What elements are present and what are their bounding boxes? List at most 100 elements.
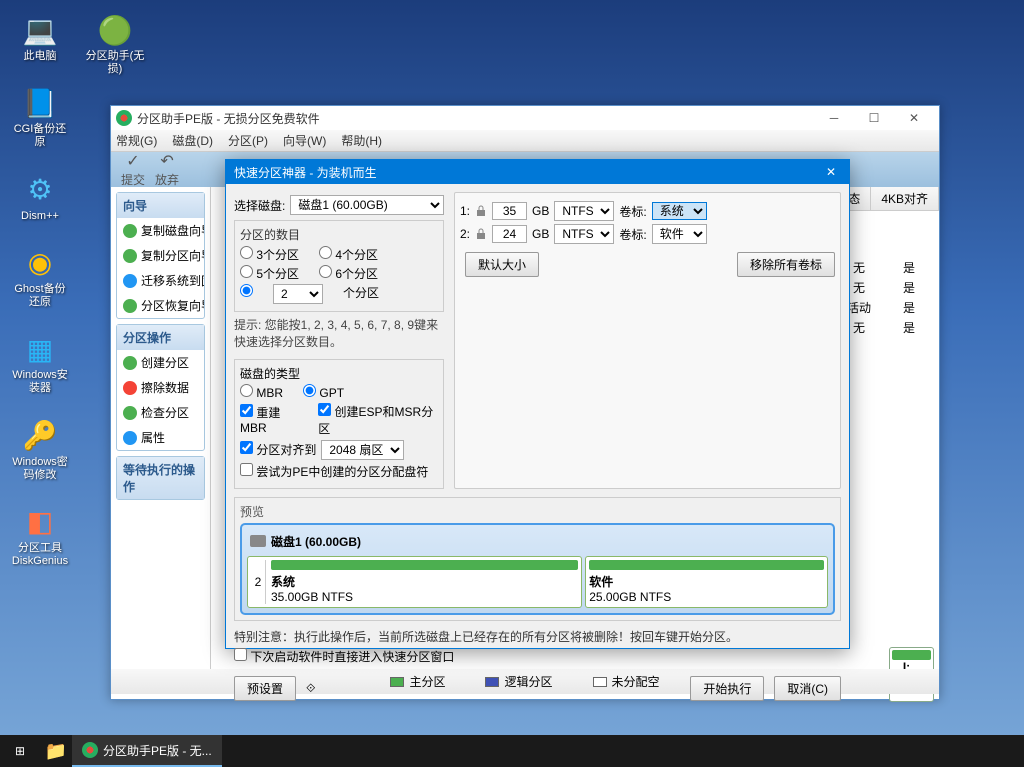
cancel-button[interactable]: 取消(C): [774, 676, 841, 701]
desktop-icon-dism[interactable]: ⚙Dism++: [10, 170, 70, 223]
pc-icon: 💻: [20, 10, 60, 50]
default-size-button[interactable]: 默认大小: [465, 252, 539, 277]
dialog-titlebar: 快速分区神器 - 为装机而生 ✕: [226, 160, 849, 184]
radio-gpt[interactable]: GPT: [303, 384, 344, 400]
undo-icon: ↶: [160, 151, 173, 171]
menu-partition[interactable]: 分区(P): [228, 132, 268, 149]
sidebar-group-ops: 分区操作: [117, 325, 204, 350]
desktop-icons-col1: 💻此电脑 📘CGI备份还原 ⚙Dism++ ◉Ghost备份还原 ▦Window…: [10, 10, 70, 568]
sidebar-item-migrate-os[interactable]: 迁移系统到固: [117, 268, 204, 293]
disk-preview: 磁盘1 (60.00GB) 2 系统 35.00GB NTFS: [240, 523, 835, 615]
taskbar: ⊞ 📁 分区助手PE版 - 无...: [0, 735, 1024, 767]
op-icon: [123, 381, 137, 395]
wizard-icon: [123, 249, 137, 263]
radio-5-partitions[interactable]: 5个分区: [240, 265, 299, 282]
ghost-icon: ◉: [20, 243, 60, 283]
radio-6-partitions[interactable]: 6个分区: [319, 265, 378, 282]
desktop-icon-partition[interactable]: 🟢分区助手(无损): [85, 10, 145, 76]
start-button[interactable]: 开始执行: [690, 676, 764, 701]
wizard-icon: [123, 224, 137, 238]
maximize-button[interactable]: ☐: [854, 106, 894, 130]
radio-custom-partitions[interactable]: [240, 284, 253, 304]
sidebar-group-pending: 等待执行的操作: [117, 457, 204, 499]
sidebar-item-create[interactable]: 创建分区: [117, 350, 204, 375]
desktop-icon-this-pc[interactable]: 💻此电脑: [10, 10, 70, 63]
align-select[interactable]: 2048 扇区: [321, 440, 404, 460]
app-icon: [82, 742, 98, 758]
segment-bar: [892, 650, 931, 660]
desktop-icons-col2: 🟢分区助手(无损): [85, 10, 145, 76]
check-align[interactable]: 分区对齐到: [240, 441, 316, 458]
sidebar-item-copy-partition[interactable]: 复制分区向导: [117, 243, 204, 268]
radio-3-partitions[interactable]: 3个分区: [240, 246, 299, 263]
close-button[interactable]: ✕: [894, 106, 934, 130]
check-rebuild-mbr[interactable]: 重建MBR: [240, 404, 303, 435]
discard-button[interactable]: ↶放弃: [155, 151, 179, 188]
gear-icon: ⚙: [20, 170, 60, 210]
disk-type-group: 磁盘的类型 MBR GPT 重建MBR 创建ESP和MSR分区 分区对齐到 20…: [234, 359, 444, 489]
preview-label: 预览: [240, 503, 835, 520]
desktop-icon-diskgenius[interactable]: ◧分区工具DiskGenius: [10, 502, 70, 568]
preview-group: 预览 磁盘1 (60.00GB) 2 系统 35.00GB NTFS: [234, 497, 841, 621]
windows-icon: ▦: [20, 329, 60, 369]
op-icon: [123, 431, 137, 445]
warning-text: 特别注意：执行此操作后，当前所选磁盘上已经存在的所有分区将被删除！按回车键开始分…: [234, 629, 841, 646]
menu-wizard[interactable]: 向导(W): [283, 132, 326, 149]
expand-icon[interactable]: ⟐: [306, 681, 315, 696]
part1-fs-select[interactable]: NTFS: [554, 201, 614, 221]
radio-mbr[interactable]: MBR: [240, 384, 283, 400]
sidebar-group-wizard: 向导: [117, 193, 204, 218]
left-sidebar: 向导 复制磁盘向导 复制分区向导 迁移系统到固 分区恢复向导 分区操作 创建分区…: [111, 187, 211, 669]
preset-button[interactable]: 预设置: [234, 676, 296, 701]
col-4kb[interactable]: 4KB对齐: [871, 187, 939, 210]
check-next-launch[interactable]: 下次启动软件时直接进入快速分区窗口: [234, 648, 454, 665]
sidebar-item-check[interactable]: 检查分区: [117, 400, 204, 425]
desktop-icon-ghost[interactable]: ◉Ghost备份还原: [10, 243, 70, 309]
key-icon: 🔑: [20, 416, 60, 456]
minimize-button[interactable]: ─: [814, 106, 854, 130]
clear-labels-button[interactable]: 移除所有卷标: [737, 252, 835, 277]
desktop-icon-cgi[interactable]: 📘CGI备份还原: [10, 83, 70, 149]
disk-name: 磁盘1 (60.00GB): [271, 533, 361, 550]
menu-general[interactable]: 常规(G): [116, 132, 157, 149]
preview-partition-2[interactable]: 软件 25.00GB NTFS: [585, 556, 828, 608]
sidebar-item-props[interactable]: 属性: [117, 425, 204, 450]
sidebar-item-recover[interactable]: 分区恢复向导: [117, 293, 204, 318]
menu-help[interactable]: 帮助(H): [341, 132, 382, 149]
part2-size-input[interactable]: [492, 225, 527, 243]
sidebar-item-copy-disk[interactable]: 复制磁盘向导: [117, 218, 204, 243]
part1-size-input[interactable]: [492, 202, 527, 220]
commit-button[interactable]: ✓提交: [121, 151, 145, 188]
partition-icon: 🟢: [95, 10, 135, 50]
preview-partition-1[interactable]: 2 系统 35.00GB NTFS: [247, 556, 582, 608]
partition-count-group: 分区的数目 3个分区 4个分区 5个分区 6个分区 2 个分区: [234, 220, 444, 312]
menu-disk[interactable]: 磁盘(D): [172, 132, 213, 149]
check-create-esp[interactable]: 创建ESP和MSR分区: [318, 403, 438, 437]
menubar: 常规(G) 磁盘(D) 分区(P) 向导(W) 帮助(H): [111, 130, 939, 152]
taskbar-app-item[interactable]: 分区助手PE版 - 无...: [72, 735, 222, 767]
desktop-icon-win-pwd[interactable]: 🔑Windows密码修改: [10, 416, 70, 482]
custom-count-select[interactable]: 2: [273, 284, 323, 304]
disk-select[interactable]: 磁盘1 (60.00GB): [290, 195, 444, 215]
sidebar-item-wipe[interactable]: 擦除数据: [117, 375, 204, 400]
hint-text: 提示: 您能按1, 2, 3, 4, 5, 6, 7, 8, 9键来快速选择分区…: [234, 317, 444, 351]
quick-partition-dialog: 快速分区神器 - 为装机而生 ✕ 选择磁盘: 磁盘1 (60.00GB) 分区的…: [225, 159, 850, 649]
disk-icon: [250, 535, 266, 547]
part1-vol-select[interactable]: 系统: [652, 202, 707, 220]
part2-vol-select[interactable]: 软件: [652, 224, 707, 244]
dialog-close-button[interactable]: ✕: [821, 165, 841, 179]
op-icon: [123, 356, 137, 370]
disk-type-label: 磁盘的类型: [240, 365, 438, 382]
radio-4-partitions[interactable]: 4个分区: [319, 246, 378, 263]
window-title: 分区助手PE版 - 无损分区免费软件: [137, 110, 814, 127]
check-icon: ✓: [126, 151, 139, 171]
check-pe-assign[interactable]: 尝试为PE中创建的分区分配盘符: [240, 463, 428, 480]
lock-icon: [475, 228, 487, 240]
start-button[interactable]: ⊞: [0, 735, 40, 767]
taskbar-explorer-icon[interactable]: 📁: [40, 735, 72, 767]
app-icon: [116, 110, 132, 126]
part2-num: 2:: [460, 227, 470, 241]
desktop-icon-win-install[interactable]: ▦Windows安装器: [10, 329, 70, 395]
wizard-icon: [123, 274, 137, 288]
part2-fs-select[interactable]: NTFS: [554, 224, 614, 244]
